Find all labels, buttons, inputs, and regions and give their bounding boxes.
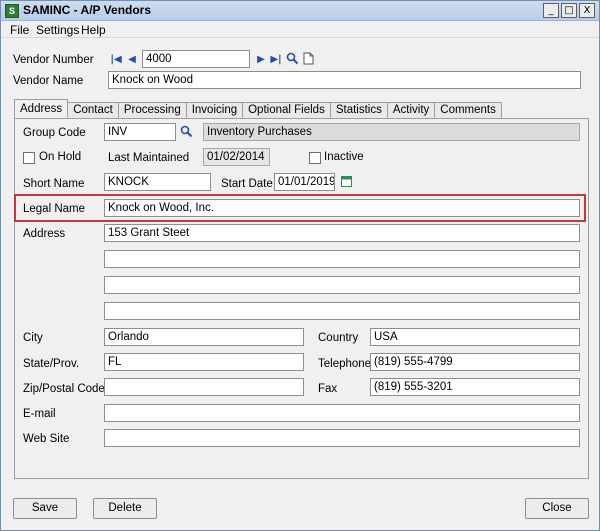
short-name-input[interactable]: KNOCK: [104, 173, 211, 191]
tab-statistics[interactable]: Statistics: [329, 102, 388, 119]
inactive-label: Inactive: [324, 151, 364, 163]
delete-button[interactable]: Delete: [93, 498, 157, 519]
start-date-input[interactable]: 01/01/2019: [274, 173, 335, 191]
next-record-icon[interactable]: ▶: [254, 53, 268, 67]
tab-strip: Address Contact Processing Invoicing Opt…: [14, 99, 502, 119]
address-label: Address: [23, 228, 66, 240]
website-input[interactable]: [104, 429, 580, 447]
fax-label: Fax: [318, 383, 338, 395]
sage-app-icon: S: [5, 4, 19, 18]
restore-button[interactable]: □: [561, 3, 577, 18]
menu-help[interactable]: Help: [81, 23, 106, 37]
menu-file[interactable]: File: [10, 23, 29, 37]
vendor-window: S SAMINC - A/P Vendors _ □ X File Settin…: [0, 0, 600, 531]
email-input[interactable]: [104, 404, 580, 422]
tab-processing[interactable]: Processing: [117, 102, 187, 119]
email-label: E-mail: [23, 408, 56, 420]
vendor-name-label: Vendor Name: [13, 75, 84, 87]
legal-name-highlight: [14, 194, 586, 222]
vendor-name-input[interactable]: Knock on Wood: [108, 71, 581, 89]
new-document-icon[interactable]: [301, 52, 315, 66]
group-code-label: Group Code: [23, 127, 86, 139]
last-maintained-field: 01/02/2014: [203, 148, 270, 166]
zip-label: Zip/Postal Code: [23, 383, 105, 395]
fax-input[interactable]: (819) 555-3201: [370, 378, 580, 396]
close-button[interactable]: Close: [525, 498, 589, 519]
address-line-3-input[interactable]: [104, 276, 580, 294]
short-name-label: Short Name: [23, 178, 85, 190]
start-date-label: Start Date: [221, 178, 273, 190]
window-title: SAMINC - A/P Vendors: [23, 3, 152, 17]
tab-activity[interactable]: Activity: [386, 102, 436, 119]
state-input[interactable]: FL: [104, 353, 304, 371]
last-maintained-label: Last Maintained: [108, 152, 190, 164]
address-line-1-input[interactable]: 153 Grant Steet: [104, 224, 580, 242]
tab-invoicing[interactable]: Invoicing: [185, 102, 244, 119]
last-record-icon[interactable]: ▶|: [269, 53, 283, 67]
state-label: State/Prov.: [23, 358, 80, 370]
previous-record-icon[interactable]: ◀: [125, 53, 139, 67]
group-description-field: Inventory Purchases: [203, 123, 580, 141]
title-bar: S SAMINC - A/P Vendors _ □ X: [1, 1, 599, 21]
vendor-number-label: Vendor Number: [13, 54, 94, 66]
first-record-icon[interactable]: |◀: [109, 53, 123, 67]
finder-search-icon[interactable]: [285, 52, 299, 66]
group-code-search-icon[interactable]: [179, 125, 193, 139]
inactive-checkbox[interactable]: [309, 152, 321, 164]
address-line-2-input[interactable]: [104, 250, 580, 268]
tab-optional-fields[interactable]: Optional Fields: [242, 102, 331, 119]
tab-address[interactable]: Address: [14, 99, 69, 119]
menu-bar: File Settings Help: [1, 21, 599, 38]
save-button[interactable]: Save: [13, 498, 77, 519]
address-line-4-input[interactable]: [104, 302, 580, 320]
telephone-input[interactable]: (819) 555-4799: [370, 353, 580, 371]
close-window-button[interactable]: X: [579, 3, 595, 18]
country-input[interactable]: USA: [370, 328, 580, 346]
group-code-input[interactable]: INV: [104, 123, 176, 141]
telephone-label: Telephone: [318, 358, 372, 370]
zip-input[interactable]: [104, 378, 304, 396]
website-label: Web Site: [23, 433, 70, 445]
calendar-icon[interactable]: [339, 176, 353, 190]
tab-contact[interactable]: Contact: [67, 102, 119, 119]
menu-settings[interactable]: Settings: [36, 23, 79, 37]
city-label: City: [23, 332, 43, 344]
on-hold-checkbox[interactable]: [23, 152, 35, 164]
on-hold-label: On Hold: [39, 151, 82, 163]
vendor-number-input[interactable]: 4000: [142, 50, 250, 68]
country-label: Country: [318, 332, 359, 344]
minimize-button[interactable]: _: [543, 3, 559, 18]
city-input[interactable]: Orlando: [104, 328, 304, 346]
tab-comments[interactable]: Comments: [434, 102, 502, 119]
